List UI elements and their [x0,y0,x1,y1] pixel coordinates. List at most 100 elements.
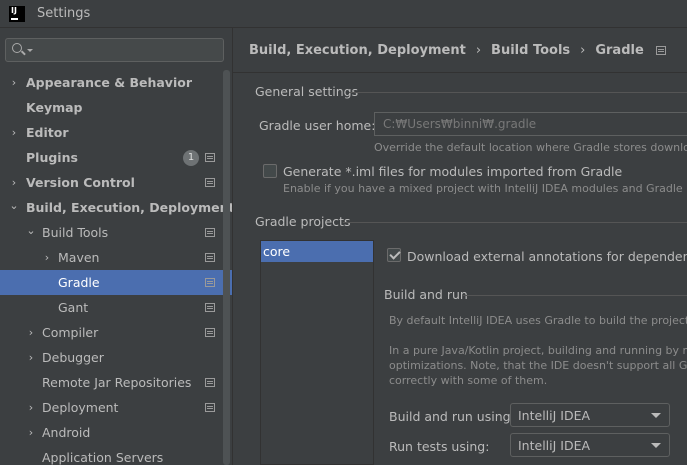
tree-item-plugins[interactable]: Plugins 1 [0,145,232,170]
tree-item-label: Editor [26,125,69,140]
breadcrumb-current: Gradle [595,43,644,58]
build-run-using-dropdown[interactable]: IntelliJ IDEA [510,403,670,427]
tree-item-label: Plugins [26,150,78,165]
chevron-down-icon[interactable]: ⌄ [25,224,37,237]
search-history-caret-icon[interactable] [27,49,33,52]
section-divider [463,295,687,296]
gradle-projects-list: core [260,240,374,465]
tree-item-build-execution-deployment[interactable]: ⌄ Build, Execution, Deployment [0,195,235,220]
project-level-icon [205,153,215,162]
gradle-user-home-placeholder: C:₩Users₩binni₩.gradle [383,117,537,131]
chevron-down-icon[interactable]: ⌄ [8,199,20,212]
tree-item-label: Appearance & Behavior [26,75,192,90]
tree-item-label: Version Control [26,175,135,190]
run-tests-using-label: Run tests using: [389,439,490,454]
tree-item-keymap[interactable]: Keymap [0,95,232,120]
generate-iml-hint: Enable if you have a mixed project with … [283,182,687,195]
breadcrumb-item[interactable]: Build Tools [491,43,570,58]
project-level-icon [205,378,215,387]
download-annotations-checkbox[interactable] [387,248,401,262]
breadcrumb-separator-icon: › [475,43,482,58]
tree-item-remote-jar-repositories[interactable]: Remote Jar Repositories [0,370,232,395]
tree-item-android[interactable]: › Android [0,420,232,445]
breadcrumb: Build, Execution, Deployment › Build Too… [249,43,666,58]
tree-item-label: Build, Execution, Deployment [26,200,235,215]
chevron-down-icon [651,413,661,418]
title-bar: IJ Settings [0,0,687,28]
tree-item-compiler[interactable]: › Compiler [0,320,232,345]
tree-item-version-control[interactable]: › Version Control [0,170,232,195]
tree-item-gant[interactable]: Gant [0,295,232,320]
tree-item-gradle[interactable]: Gradle [0,270,232,295]
window-title: Settings [37,6,91,21]
gradle-user-home-hint: Override the default location where Grad… [374,141,687,154]
project-level-icon [205,403,215,412]
breadcrumb-separator-icon: › [580,43,586,58]
gradle-user-home-label: Gradle user home: [259,118,376,133]
tree-item-label: Application Servers [42,450,164,465]
tree-item-label: Gant [58,300,89,315]
section-divider [349,92,687,93]
breadcrumb-item[interactable]: Build, Execution, Deployment [249,43,466,58]
build-run-description-line2: optimizations. Note, that the IDE doesn'… [389,359,687,372]
tree-item-label: Build Tools [42,225,109,240]
gradle-user-home-input[interactable]: C:₩Users₩binni₩.gradle [374,112,687,136]
tree-item-label: Remote Jar Repositories [42,375,192,390]
settings-search[interactable] [5,38,224,62]
logo-text: IJ [11,5,17,15]
intellij-logo-icon: IJ [9,5,25,22]
generate-iml-checkbox[interactable] [263,164,277,178]
tree-item-appearance-behavior[interactable]: › Appearance & Behavior [0,70,232,95]
tree-item-application-servers[interactable]: Application Servers [0,445,232,465]
build-run-using-value: IntelliJ IDEA [518,408,591,423]
project-item-core[interactable]: core [261,241,373,262]
tree-item-deployment[interactable]: › Deployment [0,395,232,420]
settings-tree: › Appearance & Behavior Keymap › Editor … [0,70,235,465]
project-level-icon [205,303,215,312]
chevron-right-icon[interactable]: › [25,401,37,414]
update-count-badge: 1 [183,150,199,166]
section-divider [343,222,687,223]
tree-item-debugger[interactable]: › Debugger [0,345,232,370]
settings-content: Build, Execution, Deployment › Build Too… [232,28,687,465]
general-settings-title: General settings [255,84,359,99]
tree-item-label: Deployment [42,400,119,415]
tree-item-label: Keymap [26,100,83,115]
tree-item-label: Gradle [58,275,100,290]
project-level-icon [205,228,215,237]
chevron-right-icon[interactable]: › [8,76,20,89]
header-divider [233,72,687,73]
chevron-right-icon[interactable]: › [25,351,37,364]
chevron-right-icon[interactable]: › [25,326,37,339]
gradle-projects-title: Gradle projects [255,214,351,229]
chevron-right-icon[interactable]: › [8,126,20,139]
project-level-icon [205,328,215,337]
build-run-description: By default IntelliJ IDEA uses Gradle to … [389,314,687,327]
tree-item-label: Maven [58,250,100,265]
chevron-right-icon[interactable]: › [41,251,53,264]
tree-item-editor[interactable]: › Editor [0,120,232,145]
tree-item-maven[interactable]: › Maven [0,245,232,270]
settings-sidebar: › Appearance & Behavior Keymap › Editor … [0,28,235,465]
tree-item-label: Debugger [42,350,104,365]
tree-item-label: Compiler [42,325,99,340]
tree-item-build-tools[interactable]: ⌄ Build Tools [0,220,232,245]
chevron-down-icon [651,443,661,448]
download-annotations-label[interactable]: Download external annotations for depend… [407,249,687,264]
project-level-icon [205,278,215,287]
search-icon[interactable] [12,43,22,53]
run-tests-using-dropdown[interactable]: IntelliJ IDEA [510,433,670,457]
build-run-description-line1: In a pure Java/Kotlin project, building … [389,344,687,357]
chevron-right-icon[interactable]: › [25,426,37,439]
generate-iml-label[interactable]: Generate *.iml files for modules importe… [283,164,622,179]
sidebar-scrollbar[interactable] [223,70,230,465]
tree-item-label: Android [42,425,91,440]
build-run-description-line3: correctly with some of them. [389,374,548,387]
build-and-run-title: Build and run [384,287,468,302]
chevron-right-icon[interactable]: › [8,176,20,189]
project-level-icon [205,178,215,187]
project-level-icon [655,46,666,55]
build-run-using-label: Build and run using: [389,409,515,424]
search-input[interactable] [34,41,219,59]
project-level-icon [205,253,215,262]
